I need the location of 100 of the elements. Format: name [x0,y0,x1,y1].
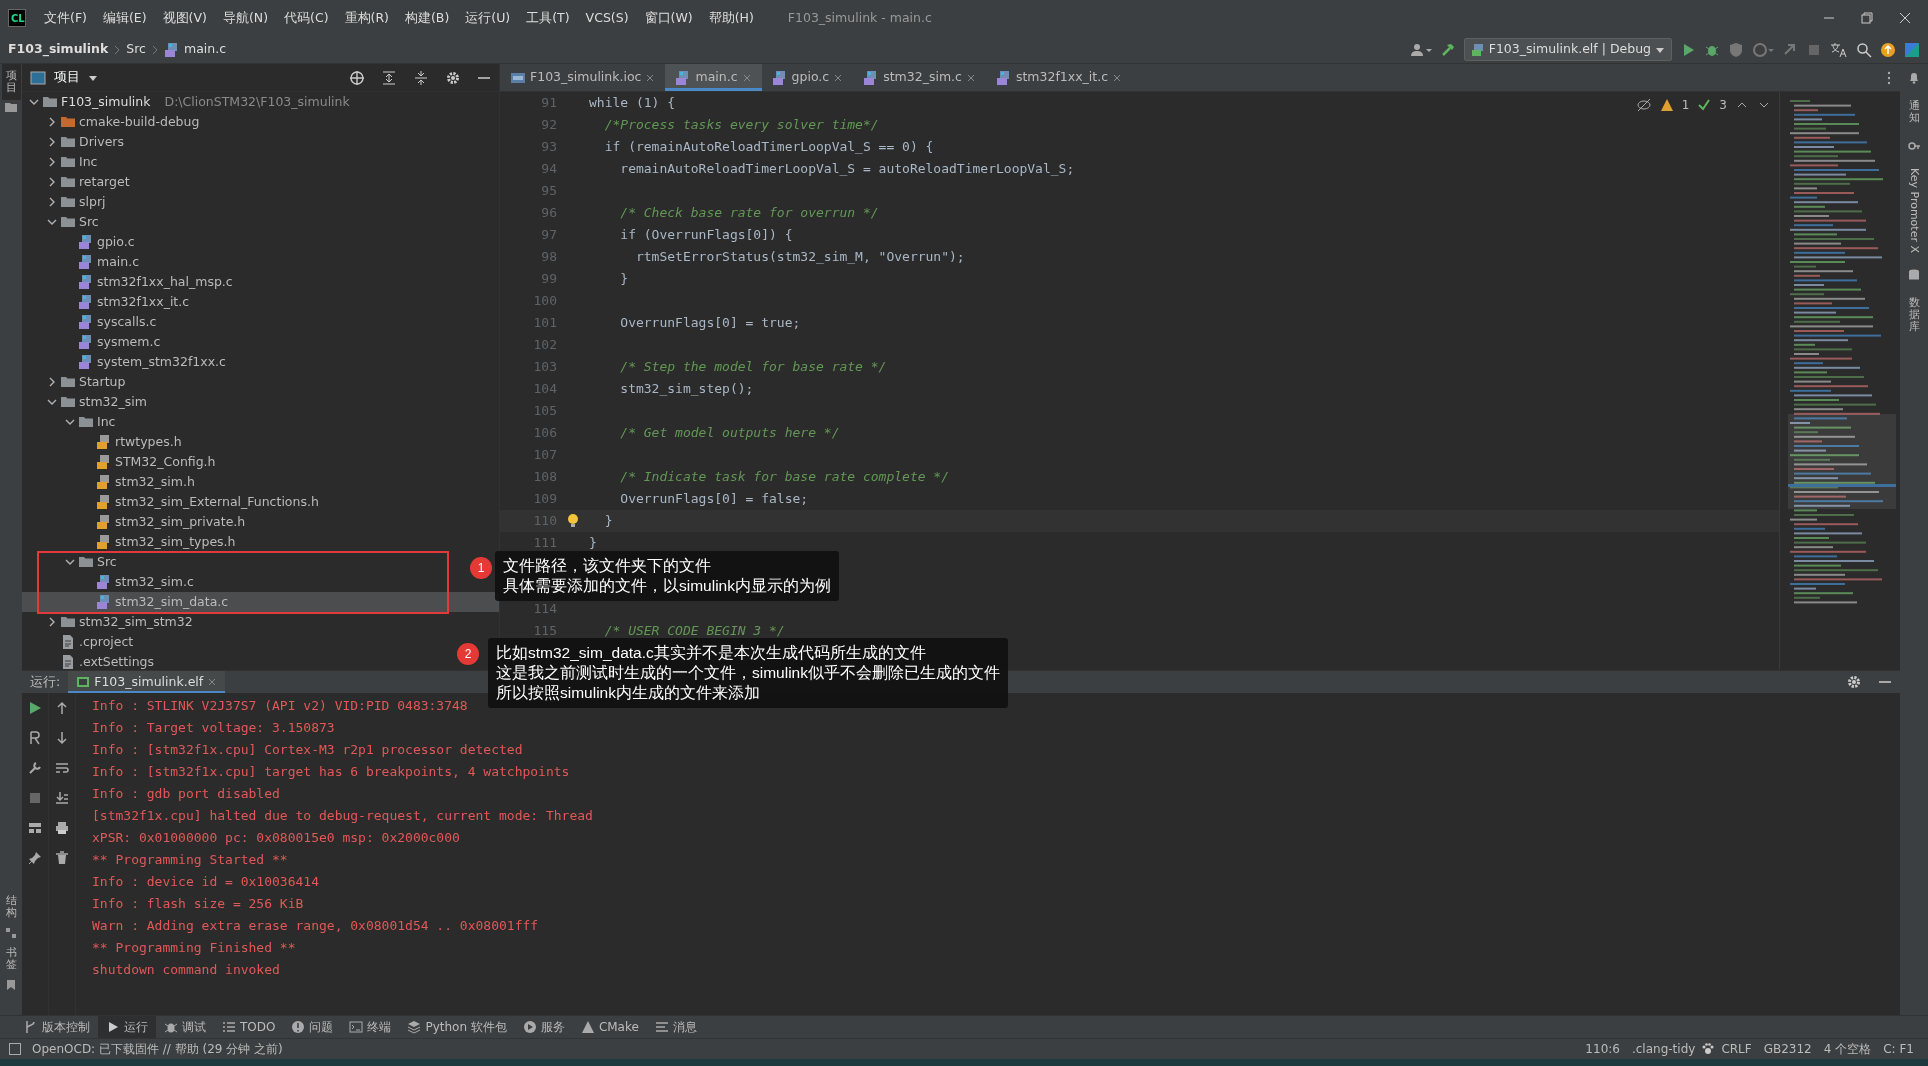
locate-icon[interactable] [349,69,365,86]
layout-icon[interactable] [28,821,42,835]
run-tab[interactable]: F103_simulink.elf [68,671,226,693]
tree-item[interactable]: F103_simulink [61,92,151,112]
tool-window-tab[interactable]: 终端 [341,1016,400,1038]
tool-window-tab[interactable]: TODO [214,1016,284,1038]
menu-item[interactable]: 运行(U) [459,6,517,30]
editor-tab[interactable]: stm32_sim.c [853,64,986,91]
status-item[interactable]: 110:6 [1579,1040,1626,1058]
tool-window-tab[interactable]: 消息 [646,1016,705,1038]
scroll-to-end-icon[interactable] [55,791,69,805]
tree-item[interactable]: slprj [79,192,106,212]
rerun-icon[interactable] [28,731,42,745]
user-icon[interactable] [1409,41,1432,58]
tree-item[interactable]: .cproject [79,632,134,652]
breadcrumb-item[interactable]: F103_simulink [8,40,109,59]
search-icon[interactable] [1856,41,1872,58]
status-item[interactable]: CRLF [1715,1040,1758,1058]
run-icon[interactable] [28,701,42,715]
pin-icon[interactable] [28,851,42,865]
status-item[interactable]: C: F1 [1877,1040,1920,1058]
menu-item[interactable]: 导航(N) [216,6,275,30]
status-item[interactable]: 4 个空格 [1817,1040,1878,1058]
close-icon[interactable] [1898,11,1912,25]
tree-row-highlight[interactable]: stm32_sim_data.c [22,592,499,612]
bookmark-icon[interactable] [5,979,17,991]
tool-window-tab[interactable]: 问题 [283,1016,342,1038]
menu-item[interactable]: VCS(S) [579,6,635,30]
tree-item[interactable]: gpio.c [97,232,135,252]
menu-item[interactable]: 重构(R) [338,6,395,30]
trash-icon[interactable] [55,851,69,865]
key-icon[interactable] [1908,140,1920,153]
close-icon[interactable] [645,72,656,83]
tool-window-tab[interactable]: 书签 [5,946,17,971]
editor-tab[interactable]: main.c [665,64,762,91]
tree-item[interactable]: retarget [79,172,130,192]
paw-icon[interactable] [1701,1042,1716,1056]
print-icon[interactable] [55,821,69,835]
menu-item[interactable]: 代码(C) [278,6,335,30]
structure-icon[interactable] [5,926,17,939]
tree-item[interactable]: stm32f1xx_hal_msp.c [97,272,233,292]
menu-icon[interactable] [1886,70,1892,85]
folder-icon[interactable] [4,100,18,115]
tree-item[interactable]: main.c [97,252,140,272]
translate-icon[interactable] [1830,41,1848,58]
tree-item[interactable]: stm32_sim_External_Functions.h [115,492,319,512]
tree-item[interactable]: syscalls.c [97,312,157,332]
arrow-up-icon[interactable] [55,701,69,715]
tool-window-tab[interactable]: 通知 [1908,100,1920,125]
breadcrumb-item[interactable]: main.c [184,40,227,59]
tree-item[interactable]: Drivers [79,132,124,152]
tree-item[interactable]: Inc [97,412,116,432]
tree-item[interactable]: stm32_sim_stm32 [79,612,193,632]
tree-item[interactable]: system_stm32f1xx.c [97,352,226,372]
close-icon[interactable] [833,72,844,83]
editor-tab[interactable]: gpio.c [761,64,854,91]
tree-item[interactable]: stm32_sim_data.c [115,592,229,612]
tree-item[interactable]: STM32_Config.h [115,452,216,472]
tree-item[interactable]: Inc [79,152,98,172]
tool-window-tab[interactable]: Key Promoter X [1905,168,1923,254]
tree-item[interactable]: Startup [79,372,126,392]
collapse-all-icon[interactable] [413,69,429,86]
tool-window-tab[interactable]: 版本控制 [16,1016,98,1038]
lightbulb-icon[interactable] [567,513,579,529]
restore-icon[interactable] [1860,11,1874,25]
tree-item[interactable]: stm32_sim.h [115,472,195,492]
tool-window-tab[interactable]: 结构 [5,894,17,919]
menu-item[interactable]: 帮助(H) [702,6,760,30]
editor-tab[interactable]: F103_simulink.ioc [500,64,666,91]
settings-icon[interactable] [445,69,461,86]
wrench-icon[interactable] [28,761,42,775]
tree-item[interactable]: Src [79,212,99,232]
menu-item[interactable]: 编辑(E) [96,6,153,30]
close-icon[interactable] [1112,72,1123,83]
menu-item[interactable]: 窗口(W) [638,6,699,30]
panel-toggle-icon[interactable] [8,1042,22,1056]
hidden-eye-icon[interactable] [1635,98,1652,112]
stop-icon[interactable] [28,791,42,805]
run-configuration-dropdown[interactable]: F103_simulink.elf | Debug [1463,38,1672,61]
tool-window-tab[interactable]: 调试 [156,1016,214,1038]
menu-item[interactable]: 视图(V) [156,6,213,30]
tree-item[interactable]: stm32f1xx_it.c [97,292,190,312]
arrow-down-icon[interactable] [55,731,69,745]
close-icon[interactable] [965,72,976,83]
tool-window-tab[interactable]: 服务 [514,1016,573,1038]
check-count[interactable]: 3 [1719,96,1727,114]
menu-item[interactable]: 构建(B) [398,6,456,30]
warning-count[interactable]: 1 [1681,96,1690,114]
tool-window-tab[interactable]: Python 软件包 [399,1016,515,1038]
tree-item[interactable]: stm32_sim_types.h [115,532,236,552]
plugin-logo-icon[interactable] [1904,41,1920,58]
status-item[interactable]: GB2312 [1757,1040,1818,1058]
breadcrumb-item[interactable]: Src [126,40,146,59]
tree-item[interactable]: Src [97,552,117,572]
tree-item[interactable]: rtwtypes.h [115,432,182,452]
database-icon[interactable] [1908,269,1920,282]
tree-item[interactable]: sysmem.c [97,332,161,352]
tree-item[interactable]: stm32_sim.c [115,572,194,592]
bell-icon[interactable] [1908,72,1920,84]
tree-item[interactable]: stm32_sim_private.h [115,512,246,532]
